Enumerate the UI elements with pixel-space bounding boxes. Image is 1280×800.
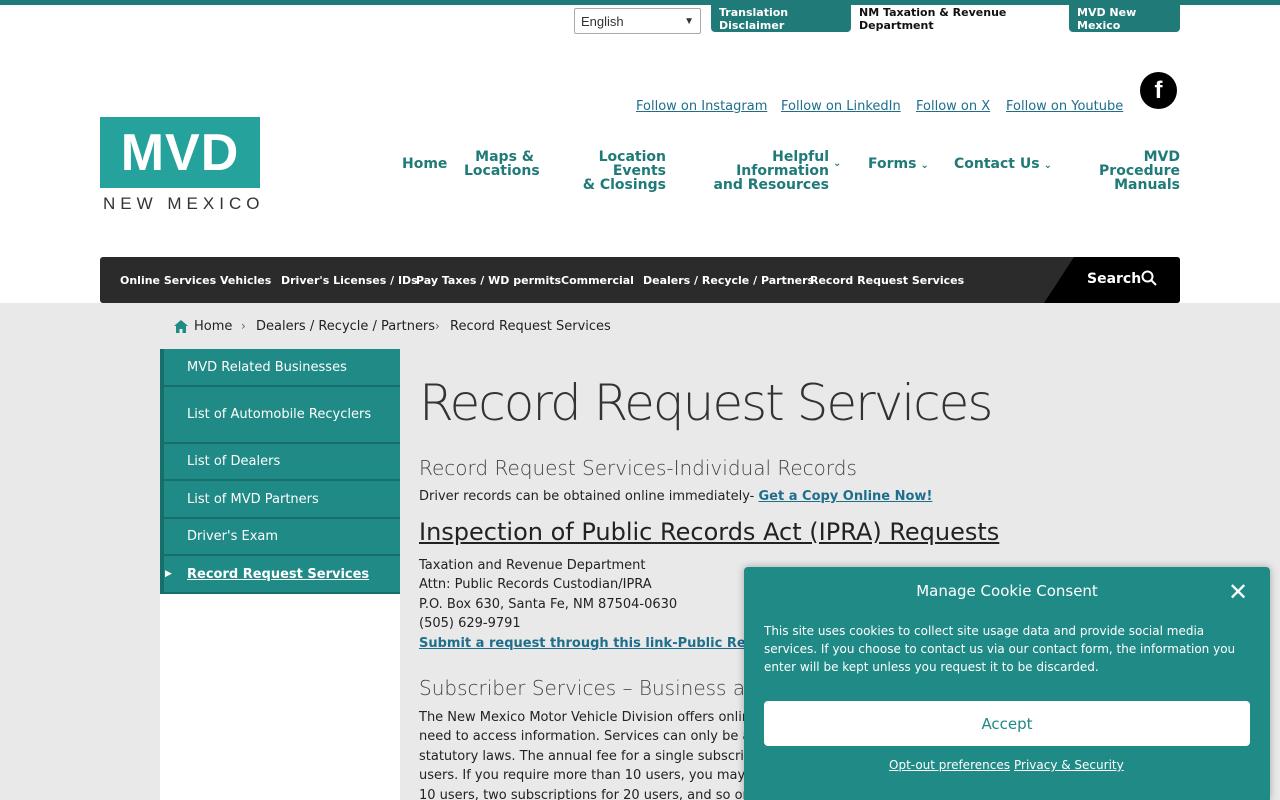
section-subtitle: Record Request Services-Individual Recor… — [419, 456, 857, 480]
sidebar-item-related-businesses[interactable]: MVD Related Businesses — [164, 349, 400, 387]
linkedin-link[interactable]: Follow on LinkedIn — [781, 99, 901, 114]
chevron-right-icon: › — [241, 319, 246, 333]
sidebar-item-recyclers[interactable]: List of Automobile Recyclers — [164, 387, 400, 444]
driver-records-label: Driver records can be obtained online im… — [419, 489, 759, 504]
get-copy-link[interactable]: Get a Copy Online Now! — [759, 489, 933, 504]
home-icon — [174, 320, 188, 333]
page-title: Record Request Services — [419, 374, 993, 432]
para-line-4: users. If you require more than 10 users… — [419, 768, 766, 783]
sidebar-item-drivers-exam[interactable]: Driver's Exam — [164, 519, 400, 556]
nav-forms-label: Forms — [868, 156, 917, 172]
chevron-down-icon: ▼ — [684, 15, 694, 27]
language-select[interactable]: English ▼ — [574, 8, 701, 34]
nav-maps-line1: Maps & — [475, 149, 534, 165]
nav-contact[interactable]: Contact Us ⌄ — [954, 157, 1052, 173]
nav-contact-label: Contact Us — [954, 156, 1040, 172]
para-line-3: statutory laws. The annual fee for a sin… — [419, 749, 761, 764]
privacy-link[interactable]: Privacy & Security — [1014, 758, 1124, 772]
translation-disclaimer-link[interactable]: Translation Disclaimer — [711, 5, 851, 32]
nav-manuals-line1: MVD Procedure — [1099, 149, 1180, 179]
close-icon[interactable]: ✕ — [1228, 580, 1248, 604]
sidebar-item-record-request[interactable]: Record Request Services — [164, 556, 400, 594]
nav-helpful-info[interactable]: Helpful Information and Resources — [686, 150, 829, 192]
para-line-2: need to access information. Services can… — [419, 729, 765, 744]
opt-out-link[interactable]: Opt-out preferences — [889, 758, 1010, 772]
logo-text: MVD — [120, 123, 240, 182]
breadcrumb-home[interactable]: Home — [194, 319, 232, 334]
x-link[interactable]: Follow on X — [916, 99, 990, 114]
address-line-1: Taxation and Revenue Department — [419, 558, 646, 573]
address-line-3: P.O. Box 630, Santa Fe, NM 87504-0630 — [419, 597, 678, 612]
subnav-record-request[interactable]: Record Request Services — [810, 274, 964, 287]
nav-manuals-line2: Manuals — [1114, 177, 1180, 193]
sidebar-item-partners[interactable]: List of MVD Partners — [164, 481, 400, 519]
ipra-heading[interactable]: Inspection of Public Records Act (IPRA) … — [419, 518, 999, 546]
cookie-text: This site uses cookies to collect site u… — [764, 624, 1236, 674]
breadcrumb-dealers[interactable]: Dealers / Recycle / Partners — [256, 319, 435, 334]
nav-helpful-line2: and Resources — [713, 177, 829, 193]
breadcrumb-current: Record Request Services — [450, 319, 611, 334]
accept-button[interactable]: Accept — [764, 701, 1250, 746]
chevron-down-icon: ⌄ — [833, 158, 842, 169]
taxation-revenue-link[interactable]: NM Taxation & Revenue Department — [851, 5, 1069, 32]
nav-forms[interactable]: Forms ⌄ — [868, 157, 929, 173]
nav-procedure-manuals[interactable]: MVD Procedure Manuals — [1068, 150, 1180, 192]
subnav-drivers-licenses[interactable]: Driver's Licenses / IDs — [281, 274, 418, 287]
phone-number: (505) 629-9791 — [419, 616, 521, 631]
youtube-link[interactable]: Follow on Youtube — [1006, 99, 1123, 114]
nav-home[interactable]: Home — [402, 157, 447, 171]
facebook-icon[interactable]: f — [1140, 72, 1177, 109]
nav-events-line1: Location Events — [598, 149, 666, 179]
logo-subtitle: NEW MEXICO — [103, 194, 265, 213]
caret-right-icon: ▶ — [165, 569, 172, 579]
subnav-vehicles[interactable]: Vehicles — [220, 274, 271, 287]
search-icon — [1141, 270, 1157, 286]
nav-helpful-line1: Helpful Information — [736, 149, 829, 179]
instagram-link[interactable]: Follow on Instagram — [636, 99, 767, 114]
subnav-dealers[interactable]: Dealers / Recycle / Partners — [643, 274, 814, 287]
chevron-down-icon: ⌄ — [1043, 160, 1052, 171]
sidebar-item-dealers[interactable]: List of Dealers — [164, 444, 400, 481]
para-line-1: The New Mexico Motor Vehicle Division of… — [419, 710, 759, 725]
subscriber-services-heading: Subscriber Services – Business and C — [419, 676, 791, 700]
search-label: Search — [1087, 271, 1142, 287]
nav-maps-locations[interactable]: Maps & Locations — [464, 149, 540, 179]
nav-maps-line2: Locations — [464, 163, 540, 179]
subnav-commercial[interactable]: Commercial — [561, 274, 634, 287]
nav-location-events[interactable]: Location Events & Closings — [553, 150, 666, 192]
address-line-2: Attn: Public Records Custodian/IPRA — [419, 577, 652, 592]
language-select-value: English — [581, 13, 624, 29]
subnav-pay-taxes[interactable]: Pay Taxes / WD permits — [416, 274, 561, 287]
chevron-down-icon: ⌄ — [920, 160, 929, 171]
cookie-title: Manage Cookie Consent — [916, 582, 1098, 600]
mvd-logo[interactable]: MVD — [100, 117, 260, 188]
nav-events-line2: & Closings — [582, 177, 666, 193]
driver-records-text: Driver records can be obtained online im… — [419, 487, 932, 507]
subnav-online-services[interactable]: Online Services — [120, 274, 216, 287]
mvd-new-mexico-link[interactable]: MVD New Mexico — [1069, 5, 1180, 32]
submit-request-link[interactable]: Submit a request through this link-Publi… — [419, 634, 786, 654]
chevron-right-icon: › — [435, 319, 440, 333]
